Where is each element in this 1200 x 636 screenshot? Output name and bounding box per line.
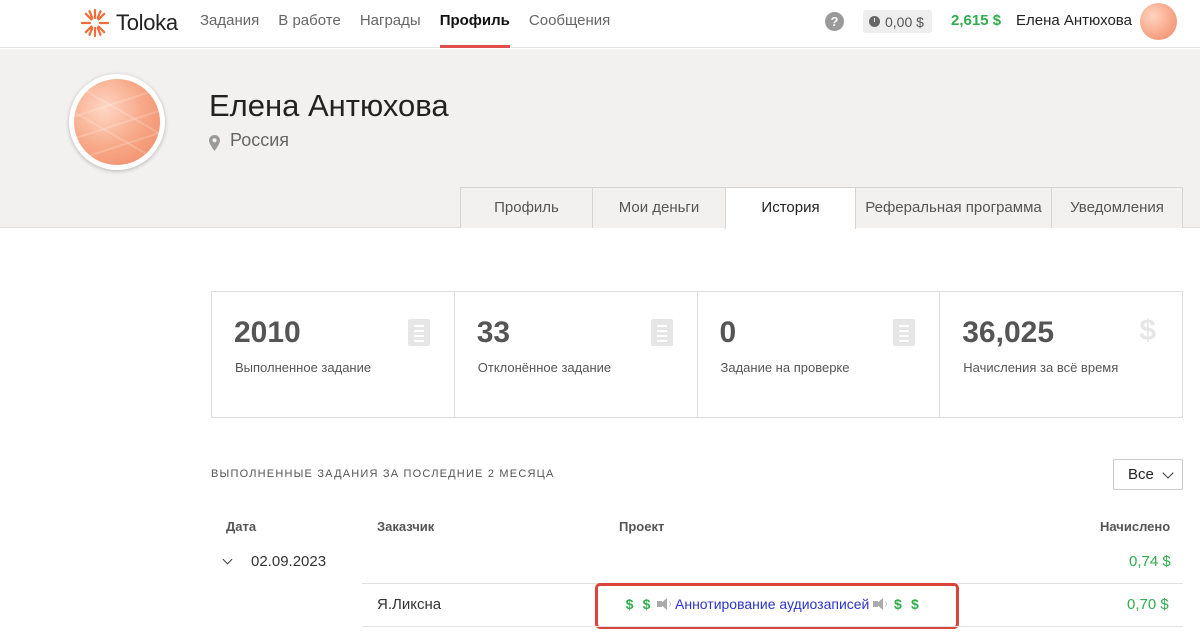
- stat-completed: 2010 Выполненное задание: [212, 292, 455, 417]
- dollar-icon: $: [910, 596, 919, 612]
- dollar-icon: $: [625, 596, 634, 612]
- filter-value: Все: [1128, 466, 1154, 483]
- column-header-date: Дата: [226, 519, 257, 534]
- stat-total-earnings: 36,025 Начисления за всё время $: [940, 292, 1182, 417]
- document-icon: [407, 319, 430, 346]
- column-header-project: Проект: [619, 519, 665, 534]
- group-total: 0,74 $: [1129, 553, 1171, 570]
- stat-rejected: 33 Отклонённое задание: [455, 292, 698, 417]
- stat-value: 0: [719, 316, 737, 349]
- tab-referral-program[interactable]: Реферальная программа: [855, 187, 1052, 228]
- column-header-earned: Начислено: [1100, 519, 1171, 534]
- toloka-logo-icon: [80, 8, 110, 38]
- row-project: $ $ Аннотирование аудиозаписей $ $: [623, 596, 921, 612]
- nav-rewards[interactable]: Награды: [360, 0, 421, 48]
- document-icon: [650, 319, 673, 346]
- speaker-icon: [873, 598, 888, 610]
- clock-icon: [869, 16, 880, 27]
- row-earned: 0,70 $: [1127, 596, 1169, 613]
- history-section-title: ВЫПОЛНЕННЫЕ ЗАДАНИЯ ЗА ПОСЛЕДНИЕ 2 МЕСЯЦ…: [211, 468, 555, 480]
- top-navigation-bar: Toloka Задания В работе Награды Профиль …: [0, 0, 1200, 48]
- balance-value[interactable]: 2,615 $: [951, 12, 1001, 29]
- stats-panel: 2010 Выполненное задание 33 Отклонённое …: [211, 291, 1183, 418]
- history-filter-select[interactable]: Все: [1113, 459, 1183, 490]
- dollar-icon: $: [1139, 314, 1156, 347]
- document-icon: [893, 319, 916, 346]
- column-header-customer: Заказчик: [377, 519, 435, 534]
- toloka-logo[interactable]: Toloka: [80, 7, 178, 39]
- dollar-icon: $: [893, 596, 902, 612]
- stat-label: Задание на проверке: [720, 360, 850, 375]
- stat-value: 2010: [234, 316, 301, 349]
- expand-chevron-icon[interactable]: [222, 554, 233, 565]
- tab-profile[interactable]: Профиль: [460, 187, 593, 228]
- nav-in-progress[interactable]: В работе: [278, 0, 341, 48]
- dollar-icon: $: [642, 596, 651, 612]
- tab-my-money[interactable]: Мои деньги: [592, 187, 726, 228]
- user-avatar[interactable]: [1140, 3, 1177, 40]
- project-link[interactable]: Аннотирование аудиозаписей: [675, 596, 869, 612]
- nav-messages[interactable]: Сообщения: [529, 0, 610, 48]
- nav-tasks[interactable]: Задания: [200, 0, 259, 48]
- main-nav: Задания В работе Награды Профиль Сообщен…: [200, 0, 629, 48]
- location-pin-icon: [209, 135, 220, 151]
- profile-name: Елена Антюхова: [209, 88, 449, 123]
- row-customer: Я.Ликсна: [377, 596, 442, 613]
- stat-pending: 0 Задание на проверке: [698, 292, 941, 417]
- header-user-name[interactable]: Елена Антюхова: [1016, 12, 1132, 29]
- help-icon[interactable]: ?: [825, 12, 844, 31]
- chevron-down-icon: [1162, 467, 1174, 479]
- stat-label: Выполненное задание: [235, 360, 372, 375]
- profile-avatar: [69, 74, 165, 170]
- stat-label: Отклонённое задание: [477, 360, 612, 375]
- speaker-icon: [657, 598, 671, 610]
- stat-value: 36,025: [962, 316, 1055, 349]
- logo-text: Toloka: [116, 10, 178, 35]
- row-divider: [362, 626, 1183, 627]
- tab-history[interactable]: История: [725, 187, 856, 229]
- profile-country: Россия: [230, 130, 290, 150]
- pending-balance-value: 0,00 $: [885, 13, 924, 30]
- group-date: 02.09.2023: [251, 553, 327, 570]
- stat-label: Начисления за всё время: [963, 360, 1119, 375]
- profile-tabs: Профиль Мои деньги История Реферальная п…: [460, 187, 1183, 229]
- pending-balance[interactable]: 0,00 $: [863, 10, 932, 33]
- tab-notifications[interactable]: Уведомления: [1051, 187, 1183, 228]
- nav-profile[interactable]: Профиль: [439, 0, 511, 48]
- stat-value: 33: [476, 316, 511, 349]
